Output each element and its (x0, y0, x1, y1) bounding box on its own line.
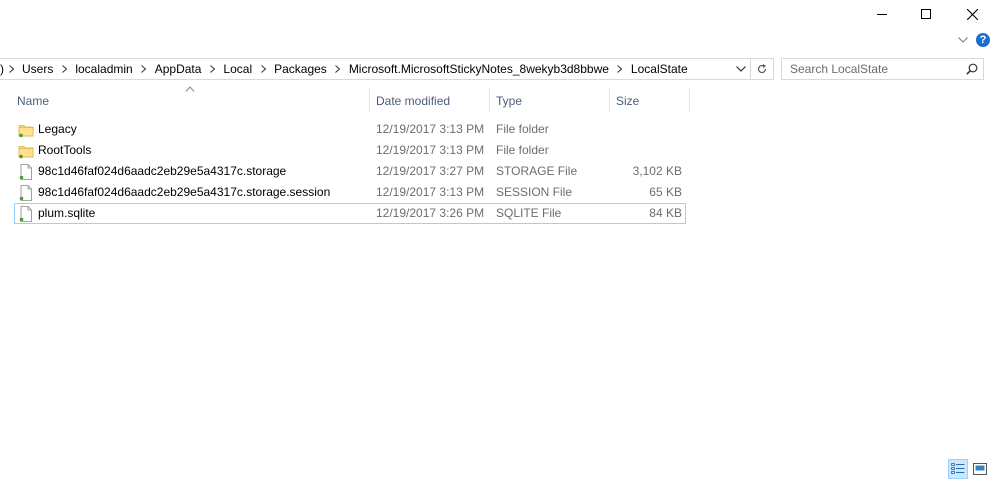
chevron-right-icon (617, 65, 623, 73)
address-history-button[interactable] (732, 59, 750, 79)
chevron-right-icon (210, 65, 215, 73)
breadcrumb-separator[interactable] (207, 59, 217, 79)
breadcrumb-item[interactable]: localadmin (69, 59, 138, 79)
column-header-name[interactable]: Name (11, 88, 370, 113)
column-header-size[interactable]: Size (610, 88, 689, 113)
column-header-type[interactable]: Type (490, 88, 609, 113)
maximize-button[interactable] (903, 0, 949, 28)
file-icon (19, 185, 32, 201)
search-icon (966, 63, 978, 75)
chevron-right-icon (335, 65, 341, 73)
chevron-right-icon (260, 65, 266, 73)
file-date-modified: 12/19/2017 3:26 PM (376, 206, 485, 220)
file-name: Legacy (38, 122, 77, 136)
breadcrumb-separator[interactable] (258, 59, 268, 79)
breadcrumb-item[interactable]: Local (217, 59, 258, 79)
minimize-icon (877, 14, 887, 15)
file-size: 84 KB (649, 206, 682, 220)
column-divider[interactable] (689, 88, 690, 113)
file-date-modified: 12/19/2017 3:27 PM (376, 164, 485, 178)
folder-icon (18, 146, 34, 159)
column-header-label: Size (616, 93, 640, 108)
chevron-down-icon (736, 66, 746, 72)
breadcrumb-item[interactable]: Packages (268, 59, 333, 79)
breadcrumb-separator[interactable] (59, 59, 69, 79)
breadcrumb-separator[interactable] (615, 59, 625, 79)
minimize-button[interactable] (859, 0, 905, 28)
breadcrumb-separator[interactable] (333, 59, 343, 79)
maximize-icon (921, 9, 931, 19)
file-name: 98c1d46faf024d6aadc2eb29e5a4317c.storage… (38, 185, 331, 199)
close-icon (966, 8, 978, 20)
file-name: RootTools (38, 143, 92, 157)
chevron-down-icon (958, 37, 968, 43)
file-icon (19, 206, 32, 222)
file-icon (19, 164, 32, 180)
breadcrumb-separator[interactable] (6, 59, 16, 79)
file-row[interactable]: plum.sqlite 12/19/2017 3:26 PM SQLITE File… (14, 203, 686, 224)
file-size: 65 KB (649, 185, 682, 199)
file-type: STORAGE File (496, 164, 578, 178)
search-button[interactable] (961, 59, 983, 79)
file-type: File folder (496, 122, 549, 136)
file-date-modified: 12/19/2017 3:13 PM (376, 185, 485, 199)
file-date-modified: 12/19/2017 3:13 PM (376, 122, 485, 136)
breadcrumb-separator[interactable] (139, 59, 149, 79)
file-type: File folder (496, 143, 549, 157)
chevron-right-icon (141, 65, 147, 73)
file-size: 3,102 KB (632, 164, 682, 178)
close-button[interactable] (949, 0, 993, 28)
file-row[interactable]: 98c1d46faf024d6aadc2eb29e5a4317c.storage… (14, 182, 686, 203)
file-row[interactable]: RootTools 12/19/2017 3:13 PM File folder (14, 140, 686, 161)
help-button[interactable]: ? (976, 33, 990, 47)
file-row[interactable]: 98c1d46faf024d6aadc2eb29e5a4317c.storage… (14, 161, 686, 182)
folder-icon (18, 125, 34, 138)
large-icons-view-icon (973, 463, 987, 475)
breadcrumb-item[interactable]: LocalState (625, 59, 694, 79)
breadcrumb-item[interactable]: Users (16, 59, 59, 79)
breadcrumb: ) Users localadmin AppData Local Packages Micr… (0, 59, 732, 79)
chevron-right-icon (8, 65, 14, 73)
column-header-label: Type (496, 93, 523, 108)
column-header-label: Date modified (376, 93, 451, 108)
expand-ribbon-button[interactable] (956, 33, 970, 47)
file-name: 98c1d46faf024d6aadc2eb29e5a4317c.storage (38, 164, 287, 178)
refresh-button[interactable] (750, 59, 773, 79)
details-view-button[interactable] (948, 459, 968, 479)
breadcrumb-item[interactable]: Microsoft.MicrosoftStickyNotes_8wekyb3d8… (343, 59, 615, 79)
details-view-icon (951, 463, 965, 474)
column-header-date[interactable]: Date modified (370, 88, 489, 113)
file-type: SQLITE File (496, 206, 562, 220)
breadcrumb-item[interactable]: AppData (149, 59, 208, 79)
search-input[interactable] (782, 60, 961, 78)
large-icons-view-button[interactable] (970, 459, 990, 479)
search-box[interactable] (781, 58, 984, 80)
refresh-icon (757, 64, 767, 74)
file-row[interactable]: Legacy 12/19/2017 3:13 PM File folder (14, 119, 686, 140)
chevron-right-icon (62, 65, 67, 73)
file-date-modified: 12/19/2017 3:13 PM (376, 143, 485, 157)
column-header-label: Name (17, 93, 50, 108)
address-bar[interactable]: ) Users localadmin AppData Local Packages Micr… (0, 58, 774, 80)
file-type: SESSION File (496, 185, 573, 199)
file-name: plum.sqlite (38, 206, 96, 220)
